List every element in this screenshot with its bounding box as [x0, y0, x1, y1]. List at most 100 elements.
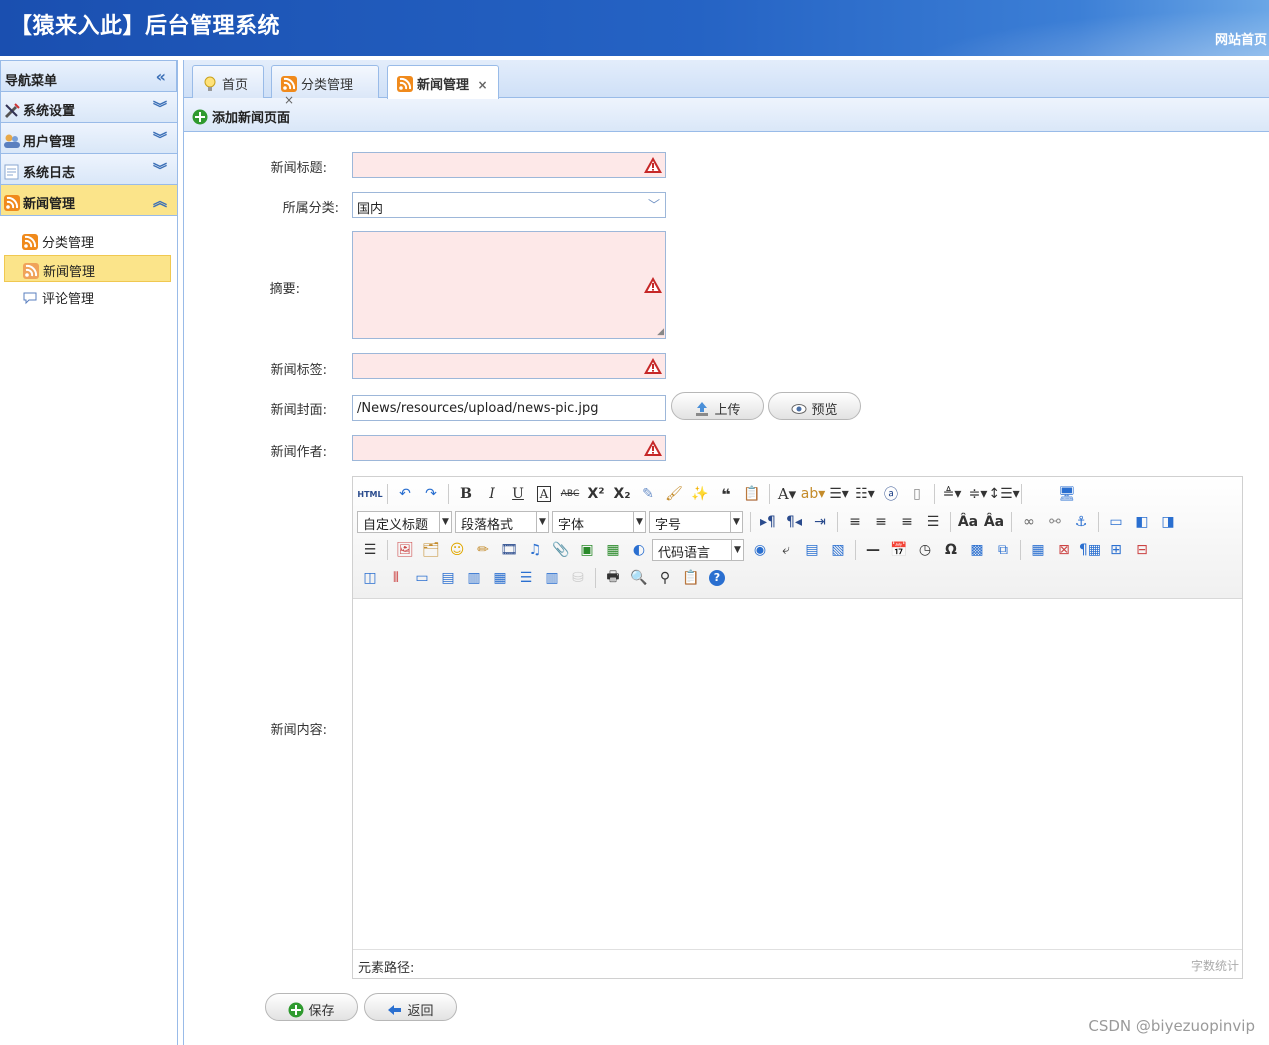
align-right-icon[interactable]: ≡ [894, 510, 920, 534]
insert-video-icon[interactable]: 🎞 [496, 538, 522, 562]
print-icon[interactable]: 🖶 [600, 566, 626, 590]
webapp-icon[interactable]: ◉ [747, 538, 773, 562]
music-icon[interactable]: ♫ [522, 538, 548, 562]
strikethrough-icon[interactable]: ABC [557, 482, 583, 506]
link-icon[interactable]: ∞ [1016, 510, 1042, 534]
unordered-list-icon[interactable]: ☷▾ [852, 482, 878, 506]
menu-news-management[interactable]: 新闻管理 ︽ [0, 185, 177, 216]
sidebar-item-comment[interactable]: 评论管理 [4, 283, 171, 310]
close-icon[interactable]: × [284, 93, 294, 107]
redo-icon[interactable]: ↷ [418, 482, 444, 506]
gmap-icon[interactable]: ▦ [600, 538, 626, 562]
collapse-sidebar-icon[interactable]: « [156, 67, 166, 86]
merge-cells-icon[interactable]: ▭ [409, 566, 435, 590]
format-brush-icon[interactable]: 🖌 [661, 482, 687, 506]
editor-content-area[interactable] [353, 599, 1242, 949]
scrawl-icon[interactable]: ✏ [470, 538, 496, 562]
attachment-icon[interactable]: 📎 [548, 538, 574, 562]
tab-category[interactable]: 分类管理 × [271, 65, 379, 107]
custom-title-select[interactable]: 自定义标题 ▼ [357, 511, 452, 533]
edittip-icon[interactable]: ⧉ [990, 538, 1016, 562]
auto-format-icon[interactable]: ✨ [687, 482, 713, 506]
bold-icon[interactable]: B [453, 482, 479, 506]
preview-icon[interactable]: 🔍 [626, 566, 652, 590]
site-home-link[interactable]: 网站首页 [1215, 29, 1267, 48]
align-left-icon[interactable]: ≡ [842, 510, 868, 534]
select-all-icon[interactable]: ⓐ [878, 482, 904, 506]
lowercase-icon[interactable]: Âa [981, 510, 1007, 534]
image-right-icon[interactable]: ◨ [1155, 510, 1181, 534]
preview-button[interactable]: 预览 [768, 392, 861, 420]
help-icon[interactable]: ? [704, 566, 730, 590]
back-button[interactable]: 返回 [364, 993, 457, 1021]
row-spacing-bottom-icon[interactable]: ≑▾ [965, 482, 991, 506]
tab-news[interactable]: 新闻管理 × [387, 65, 499, 99]
chart-icon[interactable]: ⛁ [565, 566, 591, 590]
sidebar-item-news[interactable]: 新闻管理 [4, 255, 171, 282]
undo-icon[interactable]: ↶ [392, 482, 418, 506]
image-center-icon[interactable]: ☰ [357, 538, 383, 562]
upload-button[interactable]: 上传 [671, 392, 764, 420]
special-char-icon[interactable]: Ω [938, 538, 964, 562]
sidebar-item-category[interactable]: 分类管理 [4, 227, 171, 254]
blockquote-icon[interactable]: ❝ [713, 482, 739, 506]
delete-table-icon[interactable]: ⊠ [1051, 538, 1077, 562]
fullscreen-icon[interactable]: 🖥 [1054, 482, 1080, 506]
font-border-icon[interactable]: A [531, 482, 557, 506]
insert-date-icon[interactable]: 📅 [886, 538, 912, 562]
save-button[interactable]: 保存 [265, 993, 358, 1021]
menu-system-settings[interactable]: 系统设置 ︾ [0, 92, 177, 123]
clear-doc-icon[interactable]: ▯ [904, 482, 930, 506]
ordered-list-icon[interactable]: ☰▾ [826, 482, 852, 506]
cover-input[interactable]: /News/resources/upload/news-pic.jpg [352, 395, 666, 421]
paste-text-icon[interactable]: 📋 [739, 482, 765, 506]
line-height-icon[interactable]: ↕☰▾ [988, 482, 1019, 506]
title-input[interactable] [352, 152, 666, 178]
insert-row-icon[interactable]: ⊞ [1103, 538, 1129, 562]
summary-textarea[interactable]: ◢ [352, 231, 666, 339]
unlink-icon[interactable]: ⚯ [1042, 510, 1068, 534]
menu-system-log[interactable]: 系统日志 ︾ [0, 154, 177, 185]
insert-frame-icon[interactable]: ◐ [626, 538, 652, 562]
insert-table-icon[interactable]: ▦ [1025, 538, 1051, 562]
code-language-select[interactable]: 代码语言 ▼ [652, 539, 744, 561]
resize-handle-icon[interactable]: ◢ [657, 327, 664, 337]
close-icon[interactable]: × [478, 78, 488, 92]
paragraph-select[interactable]: 段落格式 ▼ [455, 511, 549, 533]
insert-image-icon[interactable]: 🖼 [392, 538, 418, 562]
back-color-icon[interactable]: ab▾ [800, 482, 826, 506]
horizontal-rule-icon[interactable]: — [860, 538, 886, 562]
multi-image-icon[interactable]: 🗂 [418, 538, 444, 562]
wordimage-icon[interactable]: ▩ [964, 538, 990, 562]
insert-col-icon[interactable]: ◫ [357, 566, 383, 590]
underline-icon[interactable]: U [505, 482, 531, 506]
merge-down-icon[interactable]: ▥ [461, 566, 487, 590]
rtl-icon[interactable]: ¶◂ [781, 510, 807, 534]
font-size-select[interactable]: 字号 ▼ [649, 511, 743, 533]
split-rows-icon[interactable]: ☰ [513, 566, 539, 590]
image-none-icon[interactable]: ▭ [1103, 510, 1129, 534]
background-icon[interactable]: ▧ [825, 538, 851, 562]
eraser-icon[interactable]: ✎ [635, 482, 661, 506]
emotion-icon[interactable]: ☺ [444, 538, 470, 562]
merge-right-icon[interactable]: ▤ [435, 566, 461, 590]
split-cells-icon[interactable]: ▦ [487, 566, 513, 590]
row-spacing-top-icon[interactable]: ≜▾ [939, 482, 965, 506]
menu-user-management[interactable]: 用户管理 ︾ [0, 123, 177, 154]
subscript-icon[interactable]: X₂ [609, 482, 635, 506]
font-family-select[interactable]: 字体 ▼ [552, 511, 646, 533]
tab-home[interactable]: 首页 [192, 65, 264, 98]
align-justify-icon[interactable]: ☰ [920, 510, 946, 534]
image-left-icon[interactable]: ◧ [1129, 510, 1155, 534]
pagebreak-icon[interactable]: ⤶ [773, 538, 799, 562]
superscript-icon[interactable]: X² [583, 482, 609, 506]
uppercase-icon[interactable]: Âa [955, 510, 981, 534]
insert-paragraph-before-table-icon[interactable]: ¶▦ [1077, 538, 1103, 562]
drafts-icon[interactable]: 📋 [678, 566, 704, 590]
font-color-icon[interactable]: A▾ [774, 482, 800, 506]
map-icon[interactable]: ▣ [574, 538, 600, 562]
italic-icon[interactable]: I [479, 482, 505, 506]
insert-time-icon[interactable]: ◷ [912, 538, 938, 562]
search-replace-icon[interactable]: ⚲ [652, 566, 678, 590]
split-cols-icon[interactable]: ▥ [539, 566, 565, 590]
